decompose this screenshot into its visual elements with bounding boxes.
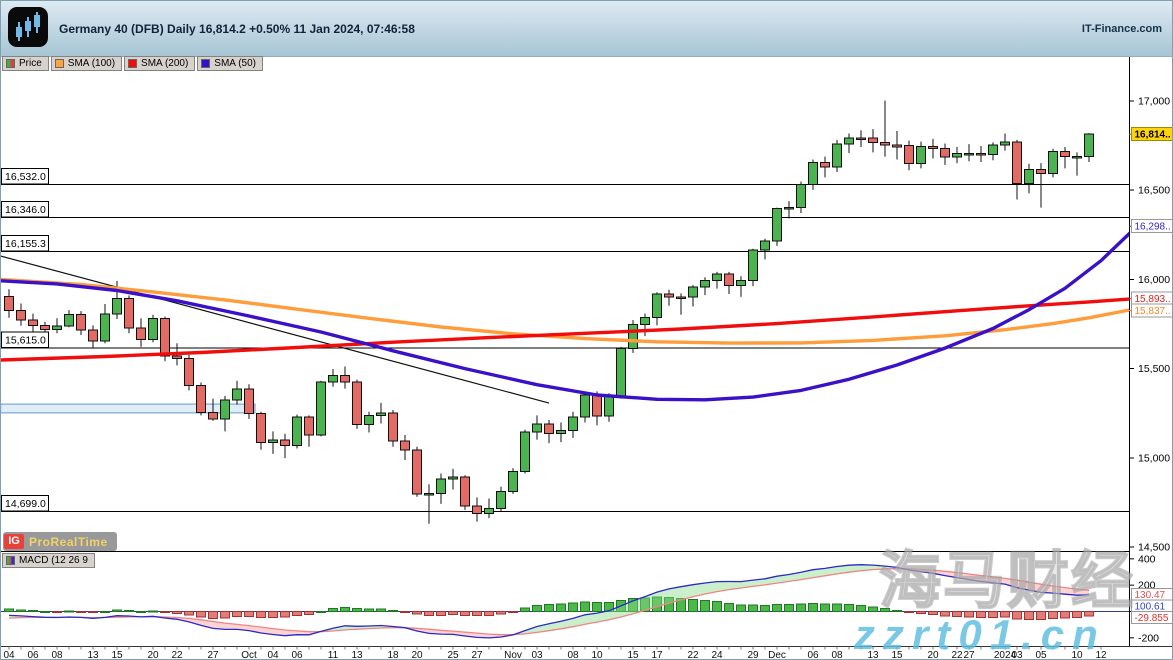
x-axis-label: 08 [51, 650, 63, 660]
x-axis-label: 27 [963, 650, 975, 660]
svg-text:15,837..: 15,837.. [1135, 306, 1171, 317]
x-axis-label: 20 [147, 650, 159, 660]
svg-text:15,893..: 15,893.. [1135, 294, 1171, 305]
x-axis-label: 22 [687, 650, 699, 660]
x-axis-label: 15 [111, 650, 123, 660]
x-axis-label: 12 [1095, 650, 1107, 660]
x-axis-label: 13 [87, 650, 99, 660]
x-axis-label: 06 [807, 650, 819, 660]
svg-text:15,615.0: 15,615.0 [5, 335, 46, 347]
y-axis-label: 17,000 [1138, 96, 1170, 108]
x-axis-label: 04 [3, 650, 15, 660]
sma200-swatch-icon [128, 59, 137, 68]
x-axis-label: 10 [591, 650, 603, 660]
x-axis-label: 08 [831, 650, 843, 660]
legend-tab-sma50[interactable]: SMA (50) [197, 56, 263, 71]
legend-bar: Price SMA (100) SMA (200) SMA (50) [2, 56, 263, 71]
prorealtime-label: ProRealTime [29, 535, 108, 549]
itfinance-brand: IT-Finance.com [1082, 23, 1162, 35]
legend-label-sma200: SMA (200) [141, 58, 188, 69]
x-axis-label: 08 [567, 650, 579, 660]
x-axis-label: Nov [504, 650, 522, 660]
svg-text:-29.855: -29.855 [1135, 613, 1169, 624]
svg-text:100.61: 100.61 [1135, 601, 1166, 612]
x-axis-label: Dec [768, 650, 786, 660]
svg-text:130.47: 130.47 [1135, 590, 1166, 601]
chart-title: Germany 40 (DFB) Daily 16,814.2 +0.50% 1… [59, 22, 415, 36]
legend-label-sma100: SMA (100) [68, 58, 115, 69]
sma50-swatch-icon [201, 59, 210, 68]
x-axis-label: 20 [411, 650, 423, 660]
x-axis-label: 03 [531, 650, 543, 660]
main-plot-layer[interactable] [1, 100, 1137, 523]
chart-header: Germany 40 (DFB) Daily 16,814.2 +0.50% 1… [1, 1, 1172, 57]
x-axis-label: 22 [171, 650, 183, 660]
macd-indicator-tab[interactable]: MACD (12 26 9 [2, 553, 95, 568]
svg-text:16,298..: 16,298.. [1135, 222, 1171, 233]
x-axis-label: 06 [27, 650, 39, 660]
x-axis-label: 15 [891, 650, 903, 660]
macd-tab-label: MACD (12 26 9 [19, 555, 88, 566]
highlight-zone[interactable] [1, 404, 255, 413]
x-axis-label: 24 [711, 650, 723, 660]
x-axis-label: 15 [627, 650, 639, 660]
x-axis-label: 27 [207, 650, 219, 660]
x-axis-label: 11 [328, 650, 339, 660]
y-axis-label: 14,500 [1138, 542, 1170, 554]
legend-tab-price[interactable]: Price [2, 56, 49, 71]
macd-axis-label: -200 [1138, 632, 1159, 644]
legend-tab-sma200[interactable]: SMA (200) [124, 56, 195, 71]
legend-label-price: Price [19, 58, 42, 69]
prorealtime-badge[interactable]: IG ProRealTime [3, 532, 117, 551]
svg-text:16,155.3: 16,155.3 [5, 238, 46, 250]
x-axis-label: Oct [241, 650, 257, 660]
y-axis-label: 15,000 [1138, 452, 1170, 464]
svg-text:16,814..: 16,814.. [1135, 130, 1171, 141]
x-axis-label: 25 [447, 650, 459, 660]
x-axis-label: 20 [927, 650, 939, 660]
chart-canvas[interactable]: 17,000 16,500 16,000 15,500 15,000 14,500 16,8… [1, 1, 1173, 660]
macd-axis-label: 400 [1138, 553, 1156, 565]
x-axis-label: 04 [267, 650, 279, 660]
x-axis-label: 18 [387, 650, 399, 660]
legend-tab-sma100[interactable]: SMA (100) [51, 56, 122, 71]
sma-line[interactable] [1, 299, 1137, 361]
y-axis-label: 16,000 [1138, 274, 1170, 286]
x-axis-label: 10 [1071, 650, 1083, 660]
x-axis-label: 13 [867, 650, 879, 660]
sma100-swatch-icon [55, 59, 64, 68]
trading-app-window: Germany 40 (DFB) Daily 16,814.2 +0.50% 1… [0, 0, 1173, 660]
svg-text:16,346.0: 16,346.0 [5, 204, 46, 216]
x-axis-label: 13 [351, 650, 363, 660]
svg-text:16,532.0: 16,532.0 [5, 171, 46, 183]
macd-swatch-icon [6, 556, 15, 565]
sma-line[interactable] [1, 226, 1137, 400]
ig-logo: IG [4, 534, 24, 549]
price-swatch-icon [6, 59, 15, 68]
x-axis-label: 22 [951, 650, 963, 660]
svg-text:14,699.0: 14,699.0 [5, 498, 46, 510]
x-axis-label: 03 [1011, 650, 1023, 660]
y-axis-label: 16,500 [1138, 185, 1170, 197]
app-logo-icon[interactable] [8, 7, 48, 47]
x-axis-label: 29 [747, 650, 759, 660]
x-axis-label: 05 [1035, 650, 1047, 660]
x-axis-label: 17 [651, 650, 663, 660]
macd-pane[interactable] [1, 565, 1129, 638]
legend-label-sma50: SMA (50) [214, 58, 256, 69]
x-axis-label: 06 [291, 650, 303, 660]
y-axis-label: 15,500 [1138, 363, 1170, 375]
x-axis-label: 27 [471, 650, 483, 660]
